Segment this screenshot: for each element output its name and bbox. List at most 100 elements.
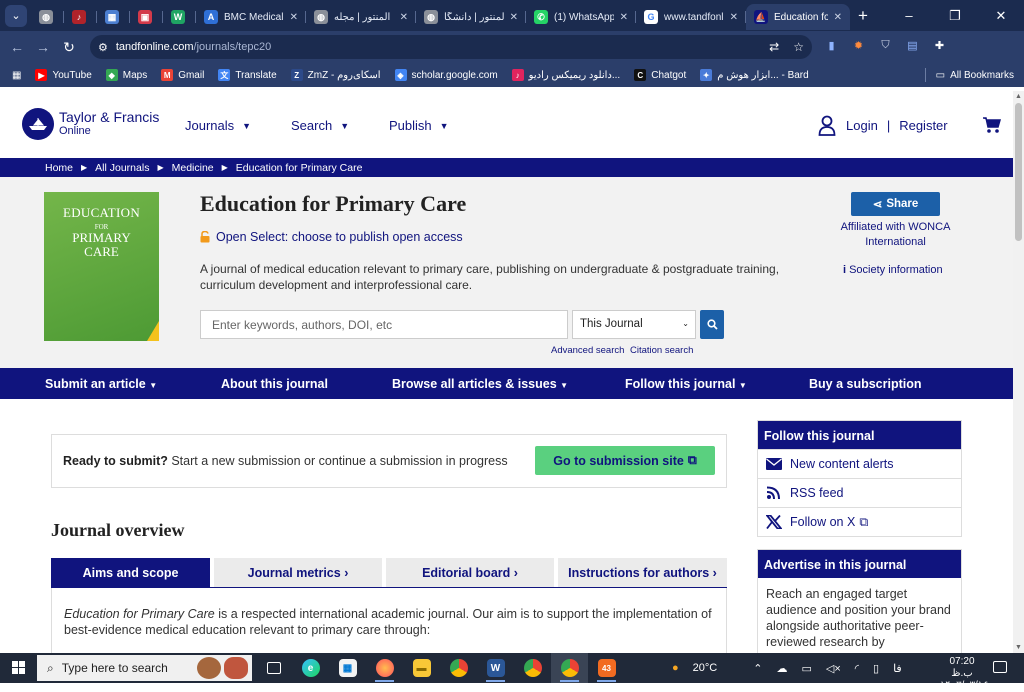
browser-tab[interactable]: ⛵ Education for ✕	[746, 4, 850, 30]
close-tab-icon[interactable]: ✕	[620, 12, 628, 23]
temperature[interactable]: 20°C	[693, 662, 718, 674]
login-link[interactable]: Login	[846, 118, 878, 133]
new-content-alerts-link[interactable]: New content alerts	[758, 449, 961, 478]
apps-grid-icon[interactable]: ▦	[12, 70, 21, 81]
taskbar-search-box[interactable]: ⌕ Type here to search	[37, 655, 252, 681]
tab-search-button[interactable]: ⌄	[5, 4, 27, 27]
page-scrollbar[interactable]: ▲ ▼	[1013, 91, 1024, 653]
bookmark-item[interactable]: ▶ YouTube	[35, 69, 92, 81]
breadcrumb-all-journals[interactable]: All Journals	[95, 162, 149, 174]
follow-on-x-link[interactable]: Follow on X ⧉	[758, 507, 961, 536]
bookmark-item[interactable]: Z ZmZ - اسکای‌روم	[290, 69, 381, 81]
chrome-app-icon[interactable]	[440, 653, 477, 683]
share-button[interactable]: ⋖ Share	[851, 192, 940, 216]
close-tab-icon[interactable]: ✕	[834, 12, 842, 23]
address-bar[interactable]: ⚙ tandfonline.com/journals/tepc20 ⇄ ☆	[90, 35, 812, 59]
translate-page-icon[interactable]: ⇄	[769, 40, 779, 54]
bookmark-item[interactable]: ◆ Maps	[105, 69, 147, 81]
chrome-icon[interactable]	[514, 653, 551, 683]
minimize-button[interactable]: –	[886, 8, 932, 23]
bookmark-star-icon[interactable]: ☆	[793, 40, 804, 54]
word-icon[interactable]: W	[477, 653, 514, 683]
bookmark-item[interactable]: C Chatgot	[634, 69, 686, 81]
weather-icon[interactable]: ●	[672, 662, 679, 674]
tf-logo[interactable]: Taylor & Francis Online	[22, 108, 159, 140]
close-tab-icon[interactable]: ✕	[290, 12, 298, 23]
volume-icon[interactable]: ◁×	[826, 662, 841, 675]
extension-3-icon[interactable]: ⛉	[872, 39, 899, 55]
jnav-about-journal[interactable]: About this journal	[221, 377, 328, 391]
windows-start-button[interactable]	[12, 661, 26, 675]
browser-tab[interactable]: A BMC Medical ✕	[196, 4, 306, 30]
journal-cover-image[interactable]: EDUCATION FOR PRIMARY CARE	[44, 192, 159, 341]
back-button[interactable]: ←	[4, 39, 30, 55]
microsoft-store-icon[interactable]: ▦	[329, 653, 366, 683]
bookmark-item[interactable]: ✦ ابزار هوش م... - Bard	[700, 69, 809, 81]
bookmark-item[interactable]: ◈ scholar.google.com	[394, 69, 498, 81]
nav-publish[interactable]: Publish ▼	[389, 118, 449, 133]
browser-tab[interactable]: ♪	[64, 4, 97, 30]
browser-tab[interactable]: Gwww.tandfonl ✕	[636, 4, 746, 30]
notification-center-icon[interactable]	[993, 661, 1007, 673]
forward-button[interactable]: →	[30, 39, 56, 55]
input-language[interactable]: فا	[893, 662, 902, 675]
browser-tab[interactable]: ◍ المنتور | مجله ✕	[306, 4, 416, 30]
breadcrumb-home[interactable]: Home	[45, 162, 73, 174]
journal-search-input[interactable]: Enter keywords, authors, DOI, etc	[200, 310, 568, 339]
extensions-puzzle-icon[interactable]: ✚	[926, 39, 953, 55]
bookmark-item[interactable]: ♪ دانلود ریمیکس رادیو...	[511, 69, 620, 81]
tab-editorial-board[interactable]: Editorial board ›	[386, 558, 554, 588]
extension-1-icon[interactable]: ▮	[818, 39, 845, 55]
affiliation-link[interactable]: Affiliated with WONCA International	[830, 220, 961, 250]
network-icon[interactable]: ☁	[776, 662, 787, 675]
close-tab-icon[interactable]: ✕	[400, 12, 408, 23]
jnav-browse-articles[interactable]: Browse all articles & issues ▼	[392, 377, 568, 391]
jnav-buy-subscription[interactable]: Buy a subscription	[809, 377, 922, 391]
firefox-icon[interactable]	[366, 653, 403, 683]
advanced-search-link[interactable]: Advanced search	[551, 345, 624, 356]
browser-tab[interactable]: ▦	[97, 4, 130, 30]
bookmark-item[interactable]: M Gmail	[161, 69, 204, 81]
file-explorer-icon[interactable]: ▬	[403, 653, 440, 683]
nav-search[interactable]: Search ▼	[291, 118, 349, 133]
tab-journal-metrics[interactable]: Journal metrics ›	[214, 558, 382, 588]
citation-search-link[interactable]: Citation search	[630, 345, 693, 356]
society-info-link[interactable]: i Society information	[843, 264, 943, 276]
show-hidden-icons-icon[interactable]: ⌃	[753, 662, 762, 675]
extension-2-icon[interactable]: ✹	[845, 39, 872, 55]
notification-app-icon[interactable]: 43	[588, 653, 625, 683]
breadcrumb-medicine[interactable]: Medicine	[172, 162, 214, 174]
new-tab-button[interactable]: +	[858, 6, 868, 26]
go-to-submission-button[interactable]: Go to submission site ⧉	[535, 446, 715, 475]
site-info-icon[interactable]: ⚙	[98, 41, 108, 54]
scroll-down-arrow-icon[interactable]: ▼	[1013, 644, 1024, 651]
wifi-icon[interactable]: ◜	[855, 662, 859, 675]
task-view-icon[interactable]	[255, 653, 292, 683]
open-access-link[interactable]: Open Select: choose to publish open acce…	[200, 230, 463, 244]
tab-aims-and-scope[interactable]: Aims and scope	[51, 558, 210, 588]
search-submit-button[interactable]	[700, 310, 724, 339]
edge-browser-icon[interactable]: e	[292, 653, 329, 683]
restore-button[interactable]: ❐	[932, 8, 978, 24]
chrome-active-icon[interactable]	[551, 653, 588, 683]
all-bookmarks-link[interactable]: All Bookmarks	[950, 70, 1014, 81]
scroll-up-arrow-icon[interactable]: ▲	[1013, 93, 1024, 100]
clock[interactable]: 07:20 ب.ظ ۱۴۰۳/۰۳/۱۶	[940, 656, 989, 692]
close-window-button[interactable]: ✕	[978, 8, 1024, 24]
register-link[interactable]: Register	[899, 118, 947, 133]
close-tab-icon[interactable]: ✕	[510, 12, 518, 23]
bookmark-item[interactable]: 文 Translate	[218, 69, 277, 81]
jnav-follow-journal[interactable]: Follow this journal ▼	[625, 377, 747, 391]
onedrive-icon[interactable]: ▭	[801, 662, 811, 675]
extension-4-icon[interactable]: ▤	[899, 39, 926, 55]
jnav-submit-article[interactable]: Submit an article ▼	[45, 377, 157, 391]
shopping-cart-icon[interactable]	[983, 116, 1001, 134]
reload-button[interactable]: ↻	[56, 39, 82, 56]
browser-tab[interactable]: ◍	[31, 4, 64, 30]
search-scope-select[interactable]: This Journal ⌄	[572, 310, 696, 339]
close-tab-icon[interactable]: ✕	[730, 12, 738, 23]
browser-tab[interactable]: ✆ (1) WhatsApp ✕	[526, 4, 636, 30]
browser-tab[interactable]: ▣	[130, 4, 163, 30]
browser-tab[interactable]: W	[163, 4, 196, 30]
scrollbar-thumb[interactable]	[1015, 103, 1022, 241]
